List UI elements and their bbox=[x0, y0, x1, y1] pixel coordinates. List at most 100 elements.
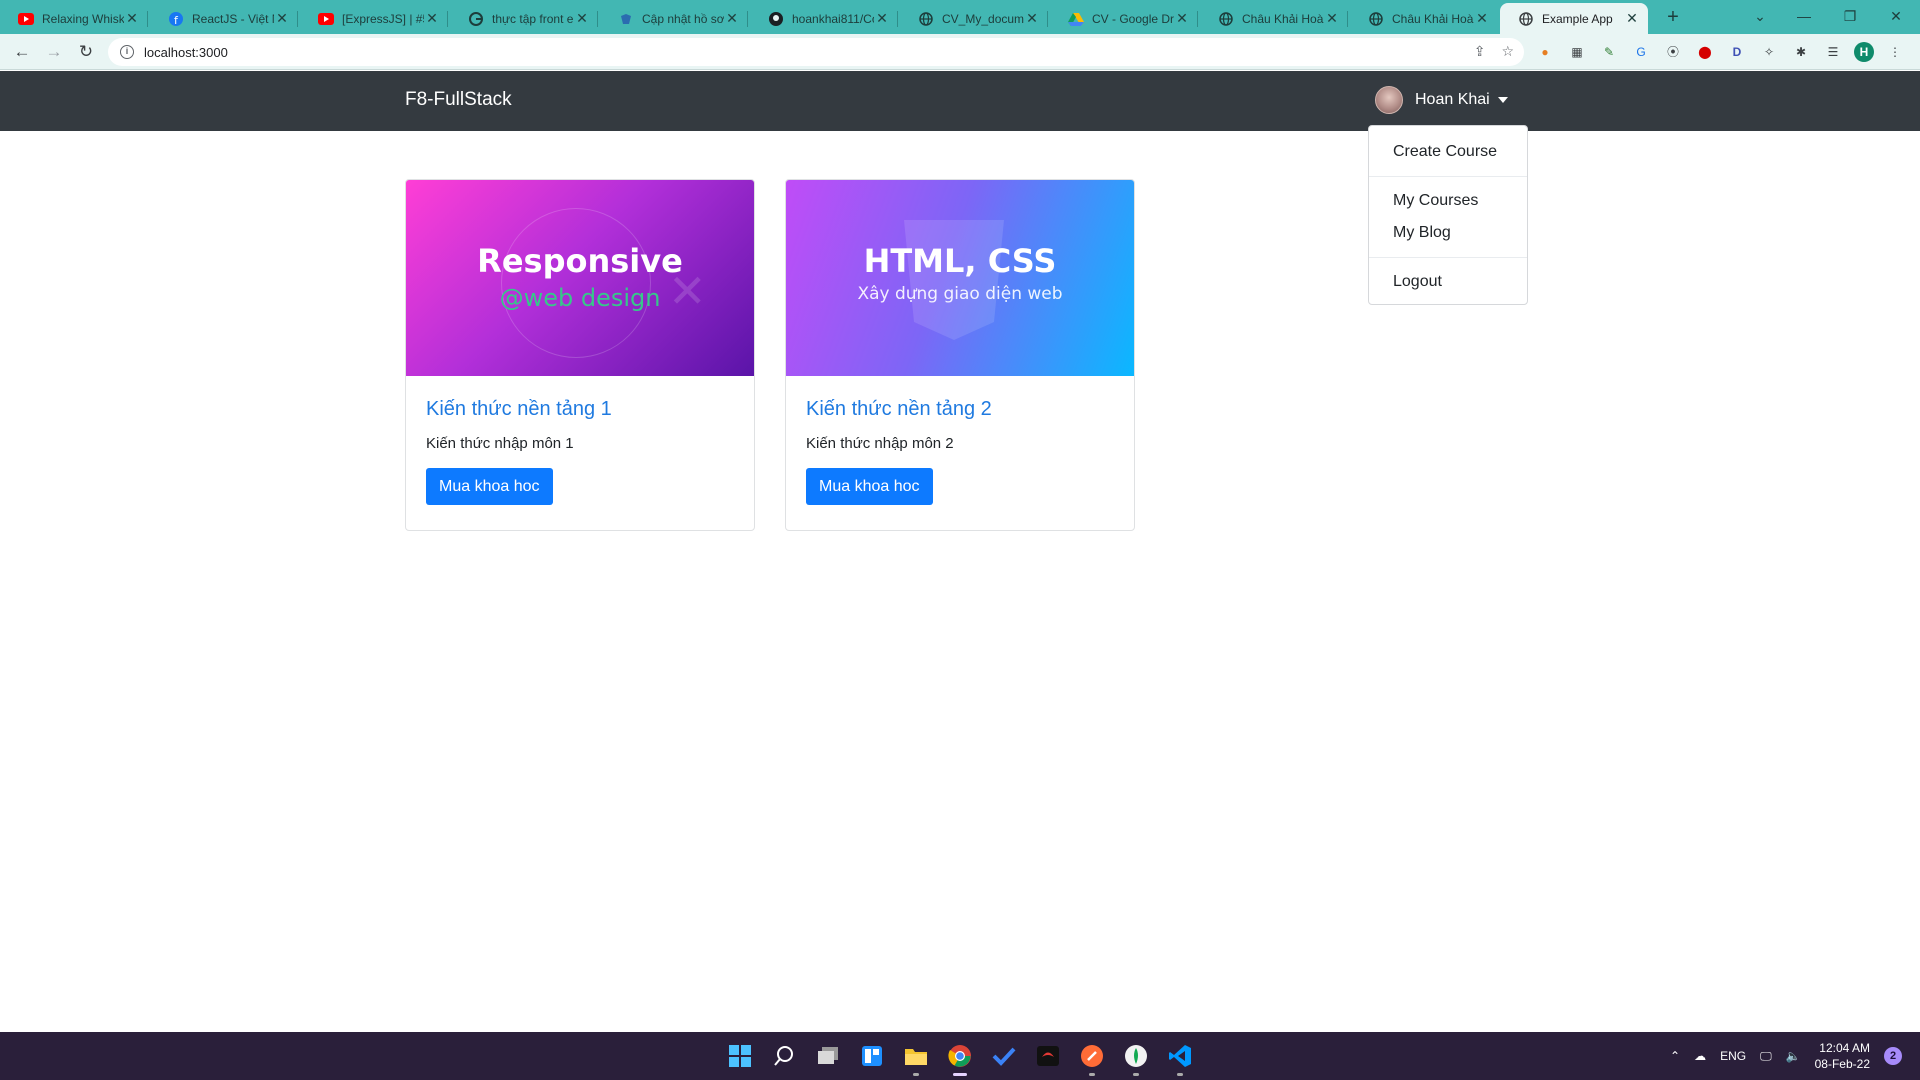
thumbnail-title: HTML, CSS bbox=[863, 242, 1057, 280]
extension-sparkle-icon[interactable]: ✧ bbox=[1758, 42, 1780, 62]
extension-pen-icon[interactable]: ✎ bbox=[1598, 42, 1620, 62]
menu-item-logout[interactable]: Logout bbox=[1369, 266, 1527, 298]
game-app-icon[interactable] bbox=[1032, 1040, 1064, 1072]
clock-time: 12:04 AM bbox=[1819, 1041, 1870, 1055]
show-hidden-icons-icon[interactable]: ⌃ bbox=[1670, 1049, 1680, 1063]
extension-translate-icon[interactable]: G bbox=[1630, 42, 1652, 62]
github-icon bbox=[768, 11, 784, 27]
course-card: ✕ Responsive @web design Kiến thức nền t… bbox=[405, 179, 755, 531]
chrome-icon[interactable] bbox=[944, 1040, 976, 1076]
globe-icon bbox=[1518, 11, 1534, 27]
tab-close-icon[interactable]: ✕ bbox=[1624, 10, 1640, 27]
tab-close-icon[interactable]: ✕ bbox=[1324, 10, 1340, 27]
clock-date: 08-Feb-22 bbox=[1814, 1057, 1870, 1071]
browser-tab[interactable]: Relaxing Whiskers ✕ bbox=[0, 3, 148, 34]
task-view-icon[interactable] bbox=[812, 1040, 844, 1072]
language-indicator[interactable]: ENG bbox=[1720, 1049, 1746, 1063]
tab-title: [ExpressJS] | #5 bbox=[342, 11, 424, 26]
forward-icon[interactable]: → bbox=[42, 40, 66, 64]
url-text[interactable]: localhost:3000 bbox=[144, 45, 228, 60]
tab-close-icon[interactable]: ✕ bbox=[274, 10, 290, 27]
extension-broadcast-icon[interactable]: ⦿ bbox=[1662, 42, 1684, 62]
browser-tab[interactable]: CV_My_document ✕ bbox=[900, 3, 1048, 34]
windows-taskbar: ⌃ ☁ ENG 🖵 🔈 12:04 AM 08-Feb-22 2 bbox=[0, 1032, 1920, 1080]
tab-search-icon[interactable]: ⌄ bbox=[1740, 4, 1780, 30]
user-menu-toggle[interactable]: Hoan Khai bbox=[1375, 85, 1508, 115]
system-clock[interactable]: 12:04 AM 08-Feb-22 bbox=[1815, 1040, 1870, 1072]
tab-close-icon[interactable]: ✕ bbox=[874, 10, 890, 27]
browser-tab[interactable]: thực tập front end ✕ bbox=[450, 3, 598, 34]
browser-tab-active[interactable]: Example App ✕ bbox=[1500, 3, 1648, 34]
address-bar[interactable]: i localhost:3000 ⇪ ☆ bbox=[108, 38, 1524, 66]
reload-icon[interactable]: ↻ bbox=[74, 40, 98, 64]
close-window-icon[interactable]: ✕ bbox=[1876, 4, 1916, 30]
course-title[interactable]: Kiến thức nền tảng 2 bbox=[806, 398, 1114, 421]
tab-title: CV - Google Drive bbox=[1092, 11, 1174, 26]
windows-start-icon[interactable] bbox=[724, 1040, 756, 1072]
tab-close-icon[interactable]: ✕ bbox=[1024, 10, 1040, 27]
thumbnail-subtitle: @web design bbox=[499, 284, 661, 312]
vscode-icon[interactable] bbox=[1164, 1040, 1196, 1076]
share-icon[interactable]: ⇪ bbox=[1474, 43, 1486, 60]
reading-list-icon[interactable]: ☰ bbox=[1822, 42, 1844, 62]
menu-item-my-blog[interactable]: My Blog bbox=[1369, 217, 1527, 249]
back-icon[interactable]: ← bbox=[10, 40, 34, 64]
volume-icon[interactable]: 🔈 bbox=[1786, 1049, 1801, 1063]
extension-adblock-icon[interactable]: ⬤ bbox=[1694, 42, 1716, 62]
menu-item-create-course[interactable]: Create Course bbox=[1369, 136, 1527, 168]
course-title[interactable]: Kiến thức nền tảng 1 bbox=[426, 398, 734, 421]
globe-icon bbox=[1368, 11, 1384, 27]
mongodb-compass-icon[interactable] bbox=[1120, 1040, 1152, 1076]
course-list: ✕ Responsive @web design Kiến thức nền t… bbox=[405, 179, 1135, 531]
puzzle-icon bbox=[618, 11, 634, 27]
browser-tab[interactable]: f ReactJS - Việt Nam ✕ bbox=[150, 3, 298, 34]
menu-item-my-courses[interactable]: My Courses bbox=[1369, 185, 1527, 217]
tab-close-icon[interactable]: ✕ bbox=[1474, 10, 1490, 27]
network-icon[interactable]: 🖵 bbox=[1760, 1049, 1772, 1064]
browser-tab[interactable]: CV - Google Drive ✕ bbox=[1050, 3, 1198, 34]
tab-close-icon[interactable]: ✕ bbox=[124, 10, 140, 27]
tab-title: Relaxing Whiskers bbox=[42, 11, 124, 26]
profile-avatar[interactable]: H bbox=[1854, 42, 1874, 62]
buy-course-button[interactable]: Mua khoa hoc bbox=[426, 468, 553, 505]
new-tab-button[interactable]: + bbox=[1661, 6, 1685, 30]
tab-close-icon[interactable]: ✕ bbox=[574, 10, 590, 27]
course-thumbnail[interactable]: HTML, CSS Xây dựng giao diện web bbox=[786, 180, 1134, 376]
restore-icon[interactable]: ❐ bbox=[1830, 4, 1870, 30]
tab-close-icon[interactable]: ✕ bbox=[424, 10, 440, 27]
widgets-icon[interactable] bbox=[856, 1040, 888, 1072]
tab-close-icon[interactable]: ✕ bbox=[1174, 10, 1190, 27]
site-info-icon[interactable]: i bbox=[120, 45, 134, 59]
onedrive-icon[interactable]: ☁ bbox=[1694, 1049, 1706, 1063]
buy-course-button[interactable]: Mua khoa hoc bbox=[806, 468, 933, 505]
tab-title: hoankhai811/Co bbox=[792, 11, 874, 26]
user-dropdown-menu: Create Course My Courses My Blog Logout bbox=[1368, 125, 1528, 305]
tab-title: ReactJS - Việt Nam bbox=[192, 11, 274, 26]
extension-d-icon[interactable]: D bbox=[1726, 42, 1748, 62]
browser-tab[interactable]: Châu Khải Hoàn ✕ bbox=[1350, 3, 1498, 34]
tab-close-icon[interactable]: ✕ bbox=[724, 10, 740, 27]
extension-honey-icon[interactable]: ● bbox=[1534, 42, 1556, 62]
site-navbar: F8-FullStack Hoan Khai bbox=[0, 71, 1920, 131]
brand-link[interactable]: F8-FullStack bbox=[405, 89, 512, 111]
course-description: Kiến thức nhập môn 2 bbox=[806, 435, 954, 452]
bookmark-star-icon[interactable]: ☆ bbox=[1501, 43, 1514, 60]
browser-tab[interactable]: [ExpressJS] | #5 ✕ bbox=[300, 3, 448, 34]
youtube-icon bbox=[318, 11, 334, 27]
browser-tab[interactable]: hoankhai811/Co ✕ bbox=[750, 3, 898, 34]
todo-icon[interactable] bbox=[988, 1040, 1020, 1072]
search-icon[interactable] bbox=[768, 1040, 800, 1072]
notification-badge[interactable]: 2 bbox=[1884, 1047, 1902, 1065]
extension-grid-icon[interactable]: ▦ bbox=[1566, 42, 1588, 62]
browser-menu-icon[interactable]: ⋮ bbox=[1884, 42, 1906, 62]
tab-title: Châu Khải Hoàn bbox=[1392, 11, 1474, 26]
tab-title: Example App bbox=[1542, 11, 1613, 26]
file-explorer-icon[interactable] bbox=[900, 1040, 932, 1076]
extensions-puzzle-icon[interactable]: ✱ bbox=[1790, 42, 1812, 62]
postman-icon[interactable] bbox=[1076, 1040, 1108, 1076]
browser-tab[interactable]: Cập nhật hồ sơ ✕ bbox=[600, 3, 748, 34]
course-thumbnail[interactable]: ✕ Responsive @web design bbox=[406, 180, 754, 376]
browser-tab[interactable]: Châu Khải Hoàn ✕ bbox=[1200, 3, 1348, 34]
minimize-icon[interactable]: — bbox=[1784, 4, 1824, 30]
user-name: Hoan Khai bbox=[1415, 91, 1490, 108]
